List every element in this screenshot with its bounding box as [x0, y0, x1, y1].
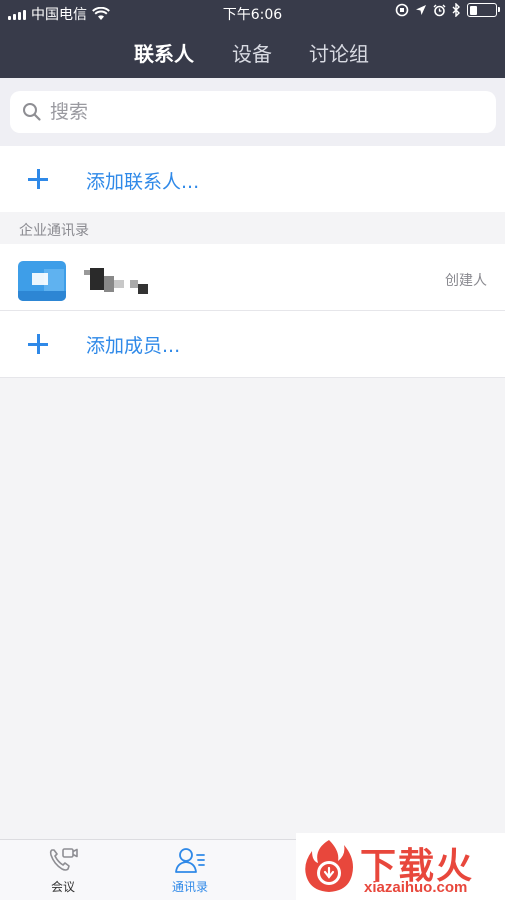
- tab-meetings-label: 会议: [50, 880, 75, 894]
- add-member-label: 添加成员...: [86, 335, 181, 357]
- member-row[interactable]: 创建人: [0, 244, 505, 310]
- avatar: [18, 261, 66, 301]
- alarm-icon: [433, 4, 446, 16]
- section-title: 企业通讯录: [19, 223, 89, 239]
- search-icon: [23, 103, 41, 121]
- phone-video-icon: [49, 848, 78, 871]
- status-right: [395, 3, 500, 17]
- creator-badge: 创建人: [445, 273, 487, 289]
- tab-discussion-groups[interactable]: 讨论组: [309, 38, 369, 67]
- top-bar: 中国电信 下午6:06 联系人 设备 讨论组: [0, 0, 505, 78]
- add-member-row[interactable]: 添加成员...: [0, 311, 505, 377]
- orientation-lock-icon: [395, 3, 409, 17]
- contacts-icon: [175, 848, 205, 873]
- divider: [0, 377, 505, 378]
- plus-icon: [26, 332, 50, 356]
- search-box[interactable]: [10, 91, 496, 133]
- watermark-url: xiazaihuo.com: [364, 879, 468, 896]
- tab-contacts[interactable]: 联系人: [134, 38, 194, 67]
- search-input[interactable]: [50, 101, 450, 123]
- location-arrow-icon: [416, 5, 426, 15]
- header-tabs: 联系人 设备 讨论组: [0, 38, 505, 68]
- tab-contacts-directory-label: 通讯录: [171, 880, 208, 894]
- add-contact-label: 添加联系人...: [86, 171, 200, 193]
- flame-logo-icon: [305, 840, 353, 892]
- status-bar: 中国电信 下午6:06: [0, 0, 505, 26]
- watermark-logo: 下载火 xiazaihuo.com: [296, 833, 505, 900]
- add-contact-row[interactable]: 添加联系人...: [0, 146, 505, 212]
- member-name-blurred: [84, 268, 154, 294]
- bluetooth-icon: [452, 3, 460, 17]
- tab-meetings[interactable]: 会议: [33, 846, 93, 895]
- search-area: [0, 78, 505, 146]
- plus-icon: [26, 167, 50, 191]
- section-header: 企业通讯录: [0, 212, 505, 244]
- tab-devices[interactable]: 设备: [232, 38, 272, 67]
- tab-contacts-directory[interactable]: 通讯录: [160, 846, 220, 895]
- battery-icon: [467, 3, 500, 17]
